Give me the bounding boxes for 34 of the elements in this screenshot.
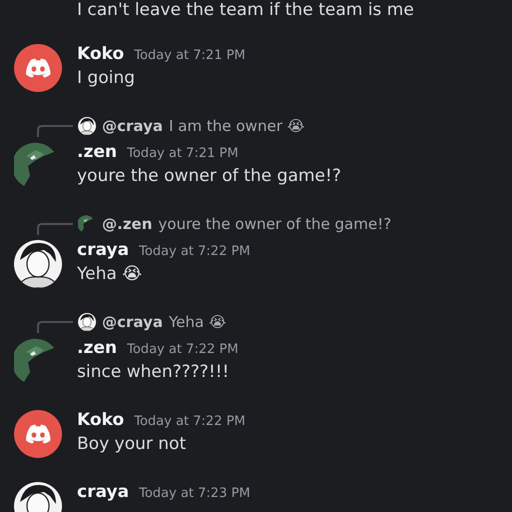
reply-author[interactable]: @craya bbox=[102, 114, 163, 138]
reply-connector bbox=[37, 125, 73, 137]
message-text: youre the owner of the game!? bbox=[77, 165, 342, 188]
message-text: Yeha 😭 bbox=[77, 263, 144, 286]
author-name[interactable]: craya bbox=[77, 480, 129, 506]
message-text: I going bbox=[77, 67, 136, 90]
timestamp: Today at 7:22 PM bbox=[127, 341, 238, 359]
avatar[interactable] bbox=[78, 313, 96, 331]
logo-icon bbox=[24, 58, 52, 78]
avatar[interactable] bbox=[78, 117, 96, 135]
message-text: I can't leave the team if the team is me bbox=[77, 0, 415, 20]
reply-text[interactable]: Yeha 😭 bbox=[168, 310, 226, 334]
timestamp: Today at 7:21 PM bbox=[134, 47, 246, 65]
timestamp: Today at 7:22 PM bbox=[138, 243, 250, 261]
avatar[interactable] bbox=[14, 410, 62, 458]
author-name[interactable]: Koko bbox=[77, 408, 124, 434]
avatar[interactable] bbox=[14, 44, 62, 92]
reply-connector bbox=[37, 321, 73, 333]
reply-author[interactable]: @.zen bbox=[102, 212, 152, 236]
message-text: Boy your not bbox=[77, 433, 187, 456]
reply-connector bbox=[37, 223, 73, 235]
reply-text[interactable]: I am the owner 😭 bbox=[168, 114, 305, 138]
reply-author[interactable]: @craya bbox=[102, 310, 163, 334]
author-name[interactable]: Koko bbox=[77, 42, 124, 68]
reply-text[interactable]: youre the owner of the game!? bbox=[158, 212, 392, 236]
author-name[interactable]: craya bbox=[77, 238, 129, 264]
timestamp: Today at 7:22 PM bbox=[134, 413, 246, 431]
timestamp: Today at 7:21 PM bbox=[127, 145, 238, 163]
avatar[interactable] bbox=[14, 240, 62, 288]
logo-icon bbox=[24, 424, 52, 444]
author-name[interactable]: .zen bbox=[77, 336, 117, 362]
message-text: since when????!!! bbox=[77, 361, 230, 384]
author-name[interactable]: .zen bbox=[77, 140, 117, 166]
timestamp: Today at 7:23 PM bbox=[138, 485, 250, 503]
